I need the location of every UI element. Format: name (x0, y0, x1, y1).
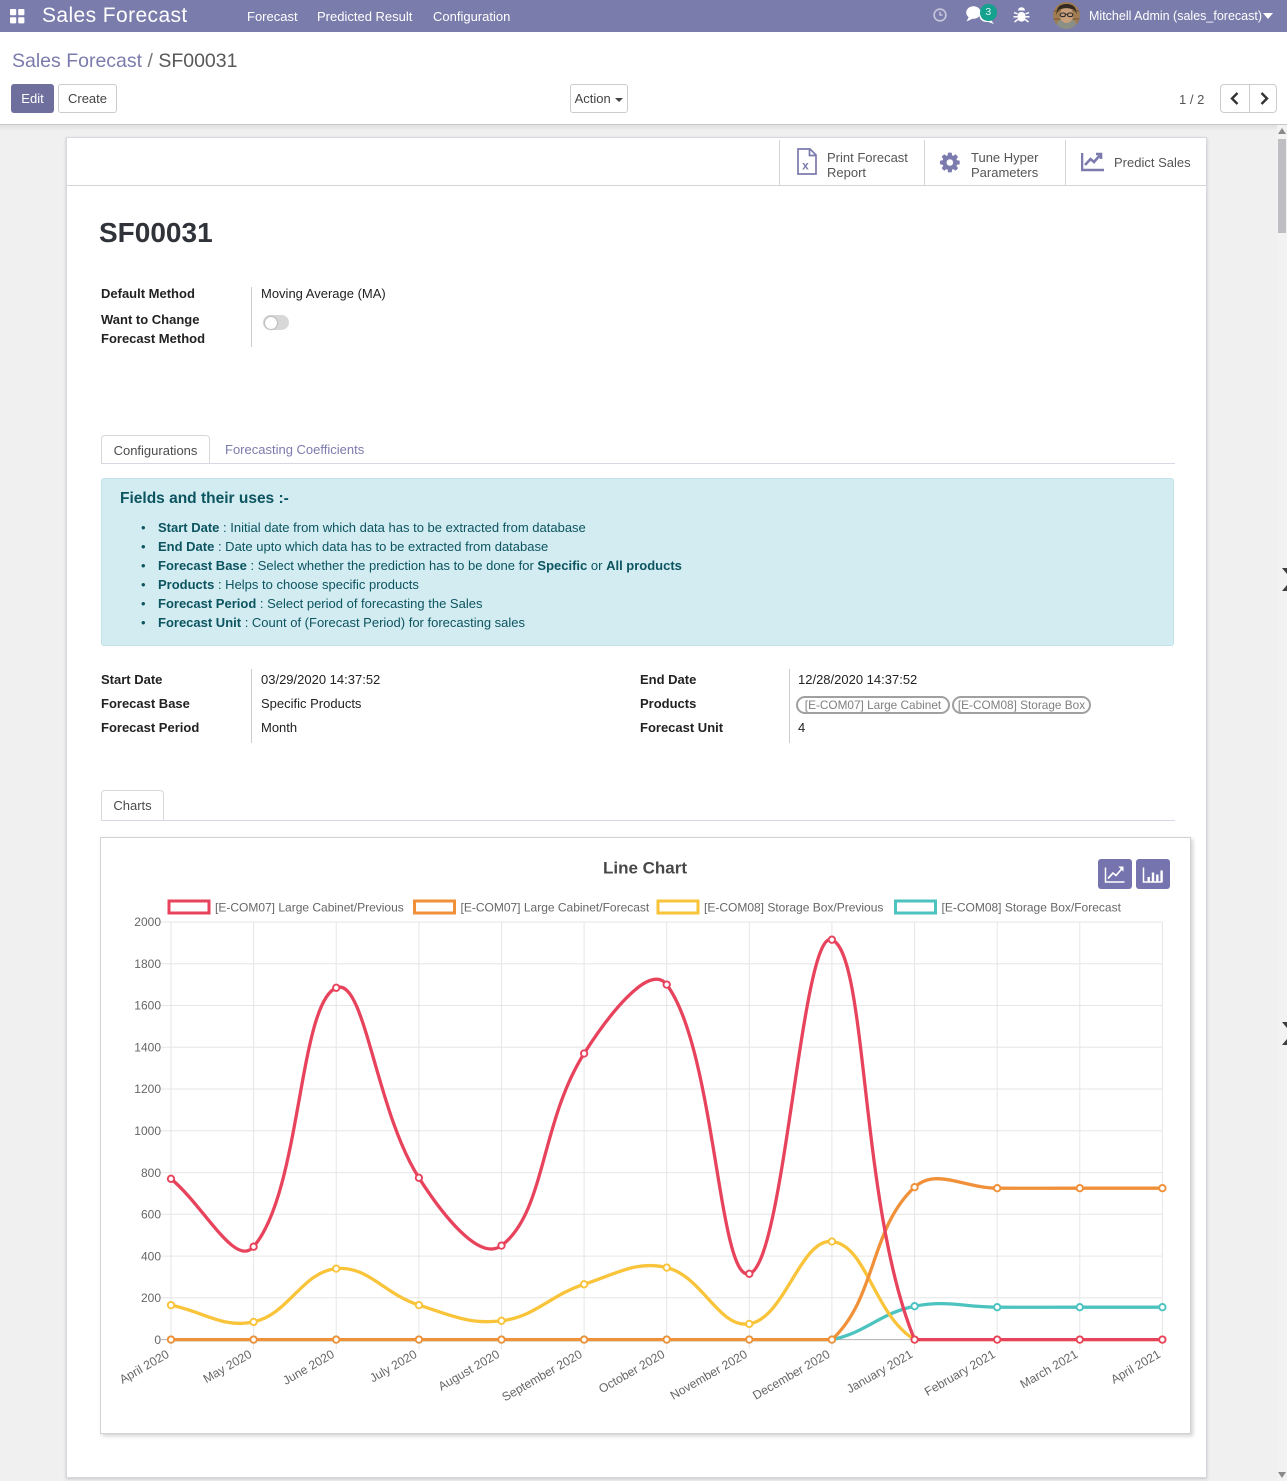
svg-text:November 2020: November 2020 (668, 1347, 750, 1403)
svg-text:June 2020: June 2020 (280, 1347, 336, 1388)
svg-text:0: 0 (154, 1333, 161, 1347)
svg-text:April 2021: April 2021 (1108, 1347, 1163, 1387)
svg-text:August 2020: August 2020 (436, 1347, 502, 1393)
svg-text:Line Chart: Line Chart (603, 859, 687, 878)
svg-text:December 2020: December 2020 (750, 1347, 832, 1403)
svg-text:1200: 1200 (134, 1082, 161, 1096)
svg-text:March 2021: March 2021 (1018, 1347, 1081, 1391)
svg-text:September 2020: September 2020 (500, 1347, 585, 1404)
svg-text:February 2021: February 2021 (922, 1347, 998, 1399)
svg-text:[E-COM07] Large Cabinet/Previo: [E-COM07] Large Cabinet/Previous (215, 901, 404, 915)
svg-text:April 2020: April 2020 (117, 1347, 172, 1387)
svg-text:1000: 1000 (134, 1124, 161, 1138)
svg-text:[E-COM07] Large Cabinet/Foreca: [E-COM07] Large Cabinet/Forecast (461, 901, 650, 915)
svg-text:July 2020: July 2020 (367, 1347, 419, 1385)
svg-text:1400: 1400 (134, 1041, 161, 1055)
svg-text:[E-COM08] Storage Box/Forecast: [E-COM08] Storage Box/Forecast (942, 901, 1122, 915)
svg-text:October 2020: October 2020 (596, 1347, 667, 1396)
svg-text:January 2021: January 2021 (844, 1347, 915, 1396)
svg-text:800: 800 (141, 1166, 161, 1180)
svg-text:2000: 2000 (134, 915, 161, 929)
svg-text:600: 600 (141, 1208, 161, 1222)
svg-text:400: 400 (141, 1249, 161, 1263)
svg-text:[E-COM08] Storage Box/Previous: [E-COM08] Storage Box/Previous (704, 901, 883, 915)
svg-text:1600: 1600 (134, 999, 161, 1013)
svg-text:x: x (802, 159, 809, 173)
svg-text:200: 200 (141, 1291, 161, 1305)
svg-text:May 2020: May 2020 (201, 1347, 255, 1386)
svg-text:1800: 1800 (134, 957, 161, 971)
